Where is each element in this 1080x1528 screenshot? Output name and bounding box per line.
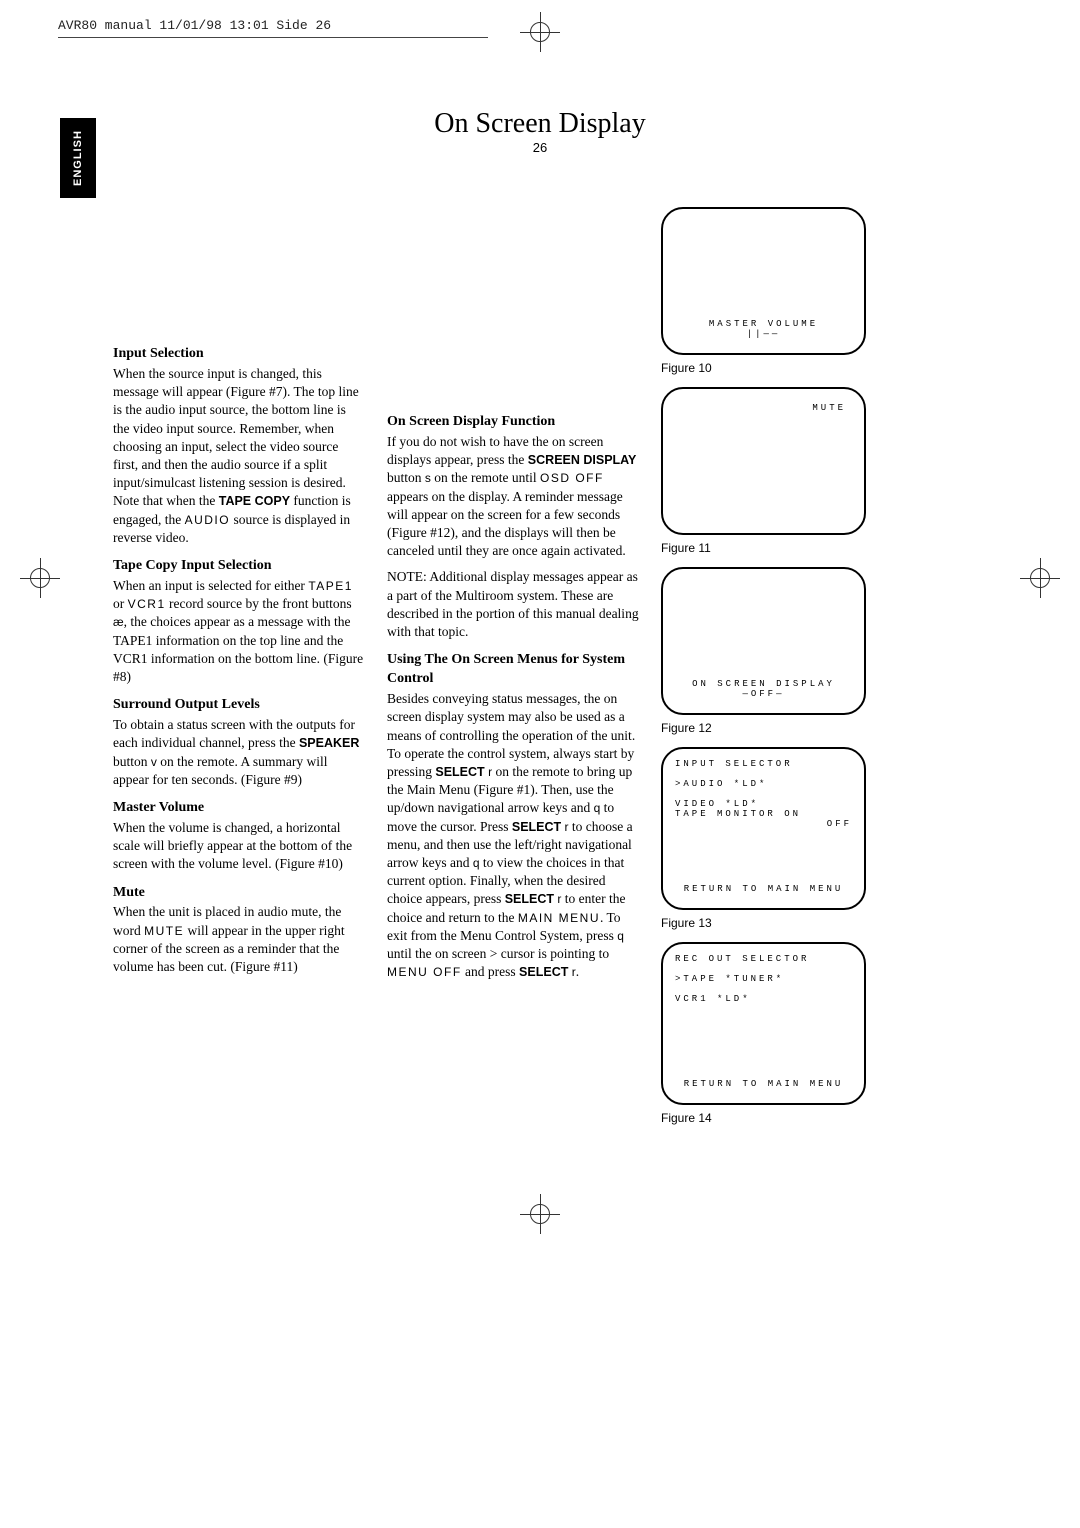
figure-13-label: Figure 13 [661, 916, 881, 930]
figure-11-label: Figure 11 [661, 541, 881, 555]
para-osd-note: NOTE: Additional display messages appear… [387, 568, 639, 641]
crop-mark-bottom [520, 1194, 560, 1234]
fig12-line2: —OFF— [663, 689, 864, 699]
para-master-volume: When the volume is changed, a horizontal… [113, 819, 365, 874]
heading-master-volume: Master Volume [113, 799, 365, 818]
heading-surround: Surround Output Levels [113, 696, 365, 715]
figure-12-screen: ON SCREEN DISPLAY —OFF— [661, 567, 866, 715]
figure-13-screen: INPUT SELECTOR >AUDIO *LD* VIDEO *LD* TA… [661, 747, 866, 910]
fig14-l6: RETURN TO MAIN MENU [663, 1079, 864, 1089]
fig13-l5: OFF [675, 819, 852, 829]
heading-mute: Mute [113, 884, 365, 903]
para-tape-copy: When an input is selected for either TAP… [113, 577, 365, 686]
fig10-line1: MASTER VOLUME [663, 319, 864, 329]
crop-mark-right [1020, 558, 1060, 598]
page-number: 26 [0, 140, 1080, 155]
fig14-l3: VCR1 *LD* [675, 994, 852, 1004]
fig13-l3: VIDEO *LD* [675, 799, 852, 809]
figure-column: MASTER VOLUME ||—— Figure 10 MUTE Figure… [661, 207, 881, 1137]
para-surround: To obtain a status screen with the outpu… [113, 716, 365, 789]
fig10-line2: ||—— [663, 329, 864, 339]
heading-input-selection: Input Selection [113, 345, 365, 364]
print-header: AVR80 manual 11/01/98 13:01 Side 26 [58, 18, 488, 38]
para-osd-function: If you do not wish to have the on screen… [387, 433, 639, 561]
fig13-l4: TAPE MONITOR ON [675, 809, 852, 819]
figure-14-label: Figure 14 [661, 1111, 881, 1125]
fig12-line1: ON SCREEN DISPLAY [663, 679, 864, 689]
heading-osd-menus: Using The On Screen Menus for System Con… [387, 651, 639, 689]
figure-10-screen: MASTER VOLUME ||—— [661, 207, 866, 355]
heading-osd-function: On Screen Display Function [387, 413, 639, 432]
para-input-selection: When the source input is changed, this m… [113, 365, 365, 547]
para-mute: When the unit is placed in audio mute, t… [113, 903, 365, 976]
figure-12-label: Figure 12 [661, 721, 881, 735]
column-1: Input Selection When the source input is… [113, 345, 365, 1137]
figure-11-screen: MUTE [661, 387, 866, 535]
page-title: On Screen Display [0, 108, 1080, 140]
fig14-l1: REC OUT SELECTOR [675, 954, 852, 964]
column-2: On Screen Display Function If you do not… [387, 413, 639, 1137]
figure-14-screen: REC OUT SELECTOR >TAPE *TUNER* VCR1 *LD*… [661, 942, 866, 1105]
figure-10-label: Figure 10 [661, 361, 881, 375]
fig13-l6: RETURN TO MAIN MENU [663, 884, 864, 894]
para-osd-menus: Besides conveying status messages, the o… [387, 690, 639, 982]
fig11-line1: MUTE [812, 403, 846, 413]
heading-tape-copy: Tape Copy Input Selection [113, 557, 365, 576]
content-area: Input Selection When the source input is… [113, 345, 963, 1137]
crop-mark-left [20, 558, 60, 598]
fig13-l1: INPUT SELECTOR [675, 759, 852, 769]
crop-mark-top [520, 12, 560, 52]
fig14-l2: >TAPE *TUNER* [675, 974, 852, 984]
fig13-l2: >AUDIO *LD* [675, 779, 852, 789]
